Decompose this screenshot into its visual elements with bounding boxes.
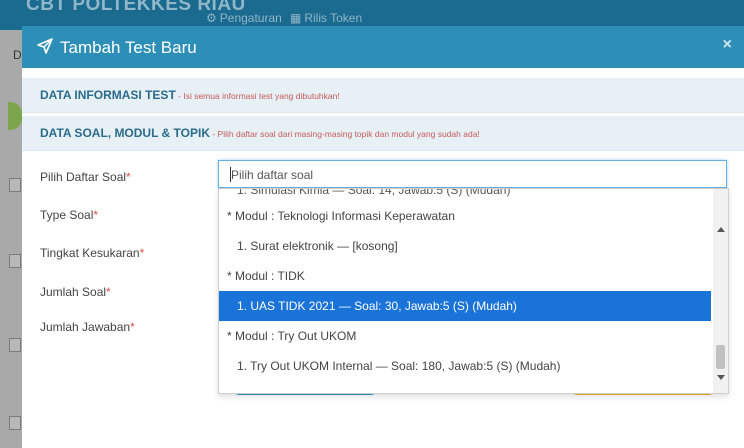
label-text: Type Soal xyxy=(40,208,94,222)
background-letter: D xyxy=(13,48,22,62)
option-item[interactable]: 1. Surat elektronik — [kosong] xyxy=(219,231,711,261)
required-mark: * xyxy=(130,320,135,334)
scroll-up-arrow-icon[interactable] xyxy=(717,227,725,232)
background-checkbox xyxy=(9,338,21,352)
dropdown-scrollbar[interactable] xyxy=(713,189,728,393)
nav-pengaturan-label: Pengaturan xyxy=(219,11,282,25)
option-item[interactable]: 1. Try Out UKOM Internal — Soal: 180, Ja… xyxy=(219,351,711,381)
section-description: - Isi semua informasi test yang dibutuhk… xyxy=(175,91,340,101)
gears-icon: ⚙ xyxy=(206,11,217,25)
required-mark: * xyxy=(106,285,111,299)
background-green-tab xyxy=(8,102,22,130)
section-description: - Pilih daftar soal dari masing-masing t… xyxy=(210,129,480,139)
section-data-informasi-test[interactable]: DATA INFORMASI TEST - Isi semua informas… xyxy=(22,78,744,113)
label-jumlah-soal: Jumlah Soal* xyxy=(40,285,111,299)
qrcode-icon: ▦ xyxy=(290,11,302,25)
option-group-header: * Modul : TIDK xyxy=(227,269,305,283)
select-placeholder: Pilih daftar soal xyxy=(231,168,314,182)
option-group-header: * Modul : Teknologi Informasi Keperawata… xyxy=(227,209,455,223)
paper-plane-icon xyxy=(36,37,54,60)
background-checkbox xyxy=(9,178,21,192)
label-text: Pilih Daftar Soal xyxy=(40,170,127,184)
nav-rilis-token-label: Rilis Token xyxy=(304,11,363,25)
modal-header: Tambah Test Baru × xyxy=(22,26,744,68)
label-pilih-daftar-soal: Pilih Daftar Soal* xyxy=(40,170,131,184)
add-test-modal: Tambah Test Baru × DATA INFORMASI TEST -… xyxy=(22,26,744,448)
background-checkbox xyxy=(9,416,21,430)
section-title: DATA SOAL, MODUL & TOPIK xyxy=(40,126,210,140)
section-data-soal-modul-topik[interactable]: DATA SOAL, MODUL & TOPIK - Pilih daftar … xyxy=(22,116,744,151)
option-group-header: * Modul : Try Out UKOM xyxy=(227,329,357,343)
option-list: 1. Simulasi Kimia — Soal: 14, Jawab:5 (S… xyxy=(219,189,711,381)
label-text: Tingkat Kesukaran xyxy=(40,246,140,260)
label-tingkat-kesukaran: Tingkat Kesukaran* xyxy=(40,246,144,260)
background-checkbox xyxy=(9,254,21,268)
section-title: DATA INFORMASI TEST xyxy=(40,88,176,102)
label-type-soal: Type Soal* xyxy=(40,208,98,222)
option-item[interactable]: 1. Simulasi Kimia — Soal: 14, Jawab:5 (S… xyxy=(219,189,711,201)
required-mark: * xyxy=(126,170,131,184)
close-icon[interactable]: × xyxy=(723,36,732,54)
label-text: Jumlah Jawaban xyxy=(40,320,131,334)
nav-rilis-token[interactable]: ▦ Rilis Token xyxy=(290,11,362,25)
option-item-selected[interactable]: 1. UAS TIDK 2021 — Soal: 30, Jawab:5 (S)… xyxy=(219,291,711,321)
required-mark: * xyxy=(139,246,145,260)
pilih-daftar-soal-select[interactable]: Pilih daftar soal xyxy=(218,160,727,188)
modal-title: Tambah Test Baru xyxy=(60,38,197,57)
scroll-down-arrow-icon[interactable] xyxy=(717,375,725,380)
dropdown-list[interactable]: 1. Simulasi Kimia — Soal: 14, Jawab:5 (S… xyxy=(218,188,729,394)
label-text: Jumlah Soal xyxy=(40,285,107,299)
label-jumlah-jawaban: Jumlah Jawaban* xyxy=(40,320,135,334)
nav-pengaturan[interactable]: ⚙ Pengaturan xyxy=(206,11,282,25)
scrollbar-thumb[interactable] xyxy=(716,345,725,369)
required-mark: * xyxy=(93,208,99,222)
background-left-panel: D xyxy=(0,30,22,448)
